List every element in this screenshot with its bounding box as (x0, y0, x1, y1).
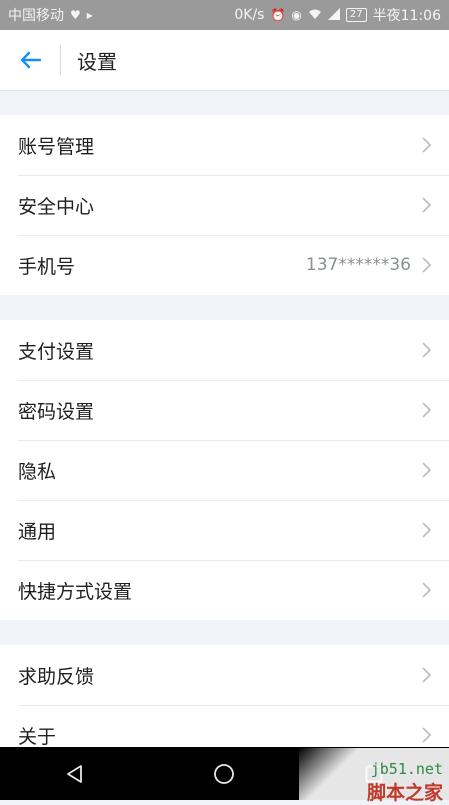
watermark-site: jb51.net (370, 760, 443, 778)
clock: 半夜11:06 (372, 8, 441, 24)
nav-home-button[interactable] (194, 747, 254, 800)
settings-item-label: 快捷方式设置 (18, 580, 133, 603)
network-speed: 0K/s (234, 7, 265, 23)
settings-item-help-feedback[interactable]: 求助反馈 (0, 645, 449, 705)
settings-item-shortcuts[interactable]: 快捷方式设置 (0, 560, 449, 620)
status-left: 中国移动 ♥ ▸ (8, 5, 93, 25)
status-right: 0K/s ⏰ ◉ 27 半夜11:06 (234, 5, 441, 25)
settings-group-general: 支付设置 密码设置 隐私 通用 快捷方式设置 (0, 320, 449, 620)
home-circle-icon (214, 763, 235, 784)
settings-item-label: 账号管理 (18, 135, 95, 158)
title-divider (60, 45, 61, 75)
signal-icon (327, 7, 340, 23)
settings-item-label: 关于 (18, 725, 57, 748)
phone-number-value: 137******36 (305, 255, 411, 275)
carrier-name: 中国移动 (8, 8, 64, 24)
alarm-icon: ⏰ (270, 8, 286, 22)
settings-item-label: 求助反馈 (18, 665, 95, 688)
eye-icon: ◉ (291, 8, 302, 22)
settings-item-label: 密码设置 (18, 400, 95, 423)
arrow-left-icon (20, 51, 41, 69)
settings-item-privacy[interactable]: 隐私 (0, 440, 449, 500)
chevron-right-icon (419, 725, 433, 745)
chevron-right-icon (419, 460, 433, 480)
settings-item-label: 安全中心 (18, 195, 95, 218)
chevron-right-icon (419, 520, 433, 540)
chevron-right-icon (419, 580, 433, 600)
nav-back-button[interactable] (45, 747, 105, 800)
chevron-right-icon (419, 400, 433, 420)
settings-item-label: 手机号 (18, 255, 76, 278)
back-triangle-icon (66, 764, 82, 783)
status-bar: 中国移动 ♥ ▸ 0K/s ⏰ ◉ 27 半夜11:06 (0, 0, 449, 30)
chevron-right-icon (419, 135, 433, 155)
settings-item-security-center[interactable]: 安全中心 (0, 175, 449, 235)
chevron-right-icon (419, 255, 433, 275)
chevron-right-icon (419, 195, 433, 215)
heart-icon: ♥ (70, 8, 81, 22)
settings-item-account-management[interactable]: 账号管理 (0, 115, 449, 175)
settings-item-password[interactable]: 密码设置 (0, 380, 449, 440)
settings-item-phone-number[interactable]: 手机号 137******36 (0, 235, 449, 295)
play-icon: ▸ (86, 8, 93, 22)
watermark-name: 脚本之家 (366, 782, 443, 804)
app-bar: 设置 (0, 30, 449, 91)
settings-group-account: 账号管理 安全中心 手机号 137******36 (0, 115, 449, 295)
chevron-right-icon (419, 340, 433, 360)
battery-icon: 27 (345, 8, 367, 22)
settings-item-label: 支付设置 (18, 340, 95, 363)
page-title: 设置 (77, 49, 117, 74)
wifi-icon (308, 8, 322, 23)
chevron-right-icon (419, 665, 433, 685)
settings-item-label: 通用 (18, 520, 57, 543)
settings-item-label: 隐私 (18, 460, 57, 483)
settings-item-general[interactable]: 通用 (0, 500, 449, 560)
settings-item-payment[interactable]: 支付设置 (0, 320, 449, 380)
back-button[interactable] (0, 30, 60, 90)
